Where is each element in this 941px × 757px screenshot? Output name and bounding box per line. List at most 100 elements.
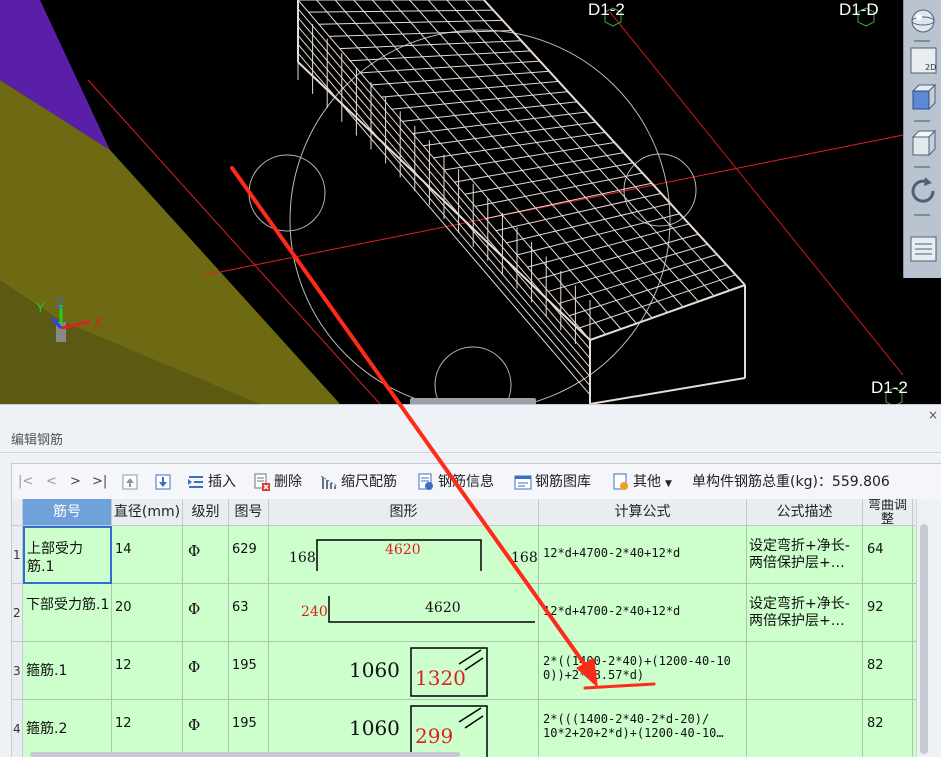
cube-front-icon[interactable] [907,82,939,112]
delete-doc-icon [254,473,270,491]
info-doc-icon [418,473,433,490]
gizmo-y-label: Y [36,300,45,315]
header-diameter[interactable]: 直径(mm) [112,499,183,526]
table-row[interactable]: 4 箍筋.2 12 Φ 195 1060 299 2*(((1400-2*40-… [12,700,917,757]
last-record-button[interactable]: >| [92,464,107,500]
formula-text[interactable]: 12*d+4700-2*40+12*d [543,604,680,618]
prev-record-button[interactable]: < [46,464,57,500]
close-icon[interactable]: × [928,408,938,422]
insert-row-icon [188,476,203,488]
grade-symbol[interactable]: Φ [188,716,200,734]
view-toolbar: 2D [903,0,941,278]
formula-text[interactable]: 2*((1400-2*40)+(1200-40-10 0))+2*(8.57*d… [543,654,731,682]
rebar-name[interactable]: 箍筋.2 [26,718,67,738]
insert-label: 插入 [208,474,236,490]
gizmo-z-label: Z [56,296,64,311]
header-grade[interactable]: 级别 [183,499,229,526]
diameter-value[interactable]: 12 [115,658,132,673]
scale-rebar-button[interactable]: 缩尺配筋 [320,464,397,500]
rebar-library-button[interactable]: 钢筋图库 [514,464,591,500]
table-row[interactable]: 1 上部受力筋.1 14 Φ 629 168 4620 168 12*d+470… [12,526,917,584]
header-formula[interactable]: 计算公式 [539,499,747,526]
rebar-name[interactable]: 箍筋.1 [26,660,67,680]
grade-symbol[interactable]: Φ [188,542,200,560]
shape-drawing[interactable]: 1060 299 [269,700,539,757]
rebar-info-label: 钢筋信息 [438,474,494,490]
bend-value[interactable]: 82 [867,658,884,673]
2d-view-icon[interactable]: 2D [907,46,939,76]
formula-desc[interactable]: 设定弯折+净长-两倍保护层+… [749,596,862,630]
rebar-cage [297,0,746,404]
move-up-button[interactable] [122,464,141,500]
shape-number[interactable]: 629 [232,542,257,557]
shape-mid-dim: 4620 [385,542,421,558]
panel-title: 编辑钢筋 [11,433,64,448]
other-dropdown[interactable]: 其他 ▼ [612,464,672,500]
axis-label-d1-2-bottom: D1-2 [871,378,908,397]
header-shape[interactable]: 图形 [269,499,539,526]
rebar-info-button[interactable]: 钢筋信息 [417,464,494,500]
header-name[interactable]: 筋号 [23,499,112,526]
rotate-icon[interactable] [907,176,939,206]
rebar-toolbar: |< < > >| 插入 删除 缩尺配筋 钢筋信息 钢筋图库 其他 ▼ 单构件钢筋… [11,463,941,500]
diameter-value[interactable]: 20 [115,600,132,615]
sphere-icon[interactable] [907,6,939,36]
formula-desc[interactable]: 设定弯折+净长-两倍保护层+… [749,538,862,572]
bend-value[interactable]: 92 [867,600,884,615]
shape-left-dim: 240 [301,604,328,620]
table-row[interactable]: 2 下部受力筋.1 20 Φ 63 240 4620 12*d+4700-2*4… [12,584,917,642]
gizmo-x-label: X [94,314,104,330]
shape-drawing[interactable]: 168 4620 168 [269,526,539,584]
bend-value[interactable]: 64 [867,542,884,557]
shape-number[interactable]: 195 [232,716,257,731]
row-number: 3 [13,664,21,678]
bend-value[interactable]: 82 [867,716,884,731]
header-shape-no[interactable]: 图号 [229,499,269,526]
shape-left-dim: 168 [289,550,316,566]
row-number: 2 [13,606,21,620]
diameter-value[interactable]: 12 [115,716,132,731]
formula-text[interactable]: 12*d+4700-2*40+12*d [543,546,680,560]
library-window-icon [514,475,532,490]
scale-bars-icon [320,475,338,489]
delete-button[interactable]: 删除 [253,464,302,500]
arrow-up-icon [122,474,138,490]
cube-icon[interactable] [907,128,939,158]
row-number: 1 [13,548,21,562]
shape-mid-dim: 4620 [425,600,461,616]
chevron-down-icon: ▼ [665,479,672,489]
shape-left-dim: 1060 [349,658,400,682]
header-bend[interactable]: 弯曲调整 [863,499,913,526]
vertical-scrollbar[interactable] [916,499,931,757]
scale-rebar-label: 缩尺配筋 [341,474,397,490]
rebar-name[interactable]: 上部受力筋.1 [27,540,110,576]
header-desc[interactable]: 公式描述 [747,499,863,526]
shape-number[interactable]: 195 [232,658,257,673]
shape-inner-dim: 1320 [415,666,466,690]
table-row[interactable]: 3 箍筋.1 12 Φ 195 1060 1320 2*((1400-2*40)… [12,642,917,700]
rebar-table: 筋号 直径(mm) 级别 图号 图形 计算公式 公式描述 弯曲调整 1 上部受力… [11,499,917,757]
next-record-button[interactable]: > [70,464,81,500]
delete-label: 删除 [274,474,302,490]
grade-symbol[interactable]: Φ [188,658,200,676]
insert-button[interactable]: 插入 [187,464,236,500]
diameter-value[interactable]: 14 [115,542,132,557]
shape-number[interactable]: 63 [232,600,249,615]
shape-inner-dim: 299 [415,724,454,748]
svg-text:2D: 2D [925,63,936,72]
arrow-down-icon [155,474,171,490]
shape-left-dim: 1060 [349,716,400,740]
3d-viewport[interactable]: D1-2 D1-D D1-2 Y Z X 2D [0,0,941,404]
axis-label-d1-d: D1-D [839,0,879,19]
shape-drawing[interactable]: 240 4620 [269,584,539,642]
first-record-button[interactable]: |< [18,464,33,500]
other-doc-icon [613,473,628,490]
ruler-icon[interactable] [907,234,939,264]
grade-symbol[interactable]: Φ [188,600,200,618]
shape-drawing[interactable]: 1060 1320 [269,642,539,700]
axis-label-d1-2-top: D1-2 [588,0,625,19]
rebar-name[interactable]: 下部受力筋.1 [26,596,109,614]
formula-text[interactable]: 2*(((1400-2*40-2*d-20)/ 10*2+20+2*d)+(12… [543,712,724,740]
move-down-button[interactable] [155,464,174,500]
horizontal-scrollbar[interactable] [30,752,460,757]
